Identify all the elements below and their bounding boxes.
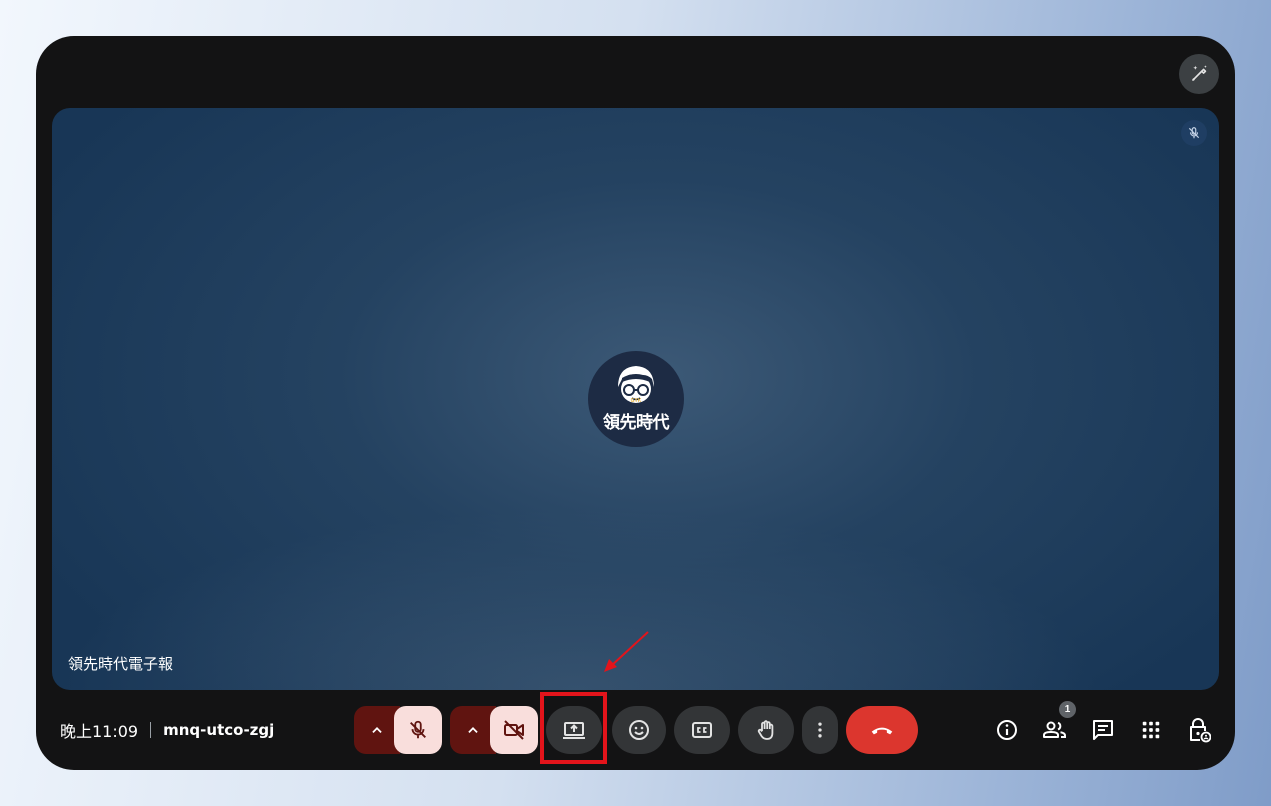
raise-hand-button[interactable] [738, 706, 794, 754]
more-options-button[interactable] [802, 706, 838, 754]
camera-toggle-button[interactable] [490, 706, 538, 754]
info-divider [150, 722, 152, 738]
call-end-icon [871, 727, 893, 735]
emoji-icon [629, 720, 649, 740]
participant-avatar: GYK 領先時代 [588, 351, 684, 447]
meeting-info: 晚上11:09 mnq-utco-zgj [60, 719, 274, 741]
people-icon [1043, 721, 1066, 738]
chevron-up-icon [372, 727, 382, 733]
videocam-off-icon [504, 720, 524, 740]
host-controls-button[interactable] [1184, 717, 1214, 743]
tile-mic-off-indicator [1181, 120, 1207, 146]
avatar-logo-text: 領先時代 [603, 413, 670, 433]
mic-toggle-button[interactable] [394, 706, 442, 754]
mic-off-icon [410, 720, 426, 739]
captions-button[interactable] [674, 706, 730, 754]
magic-pen-icon [1191, 65, 1207, 82]
avatar-small-text: GYK [630, 398, 642, 404]
meeting-code: mnq-utco-zgj [163, 721, 275, 739]
lock-person-icon [1190, 718, 1211, 743]
visual-effects-button[interactable] [1179, 54, 1219, 94]
people-button[interactable] [1040, 717, 1070, 743]
participant-name: 領先時代電子報 [68, 655, 174, 673]
chat-icon [1093, 720, 1113, 740]
activities-button[interactable] [1136, 717, 1166, 743]
mic-off-icon [1188, 127, 1200, 139]
people-count-badge: 1 [1057, 699, 1078, 720]
leave-call-button[interactable] [846, 706, 918, 754]
hand-icon [757, 720, 774, 740]
meeting-details-button[interactable] [992, 717, 1022, 743]
chat-button[interactable] [1088, 717, 1118, 743]
present-highlight-box [540, 692, 607, 764]
activities-icon [1142, 721, 1160, 739]
info-icon [997, 720, 1017, 740]
meeting-time: 晚上11:09 [60, 722, 139, 741]
more-vert-icon [818, 722, 822, 738]
meeting-window: GYK 領先時代 領先時代電子報 晚上11:09 mnq-utco-zgj 1 [36, 36, 1235, 770]
participant-tile: GYK 領先時代 領先時代電子報 [52, 108, 1219, 690]
closed-captions-icon [692, 722, 712, 738]
chevron-up-icon [468, 727, 478, 733]
reactions-button[interactable] [612, 706, 666, 754]
